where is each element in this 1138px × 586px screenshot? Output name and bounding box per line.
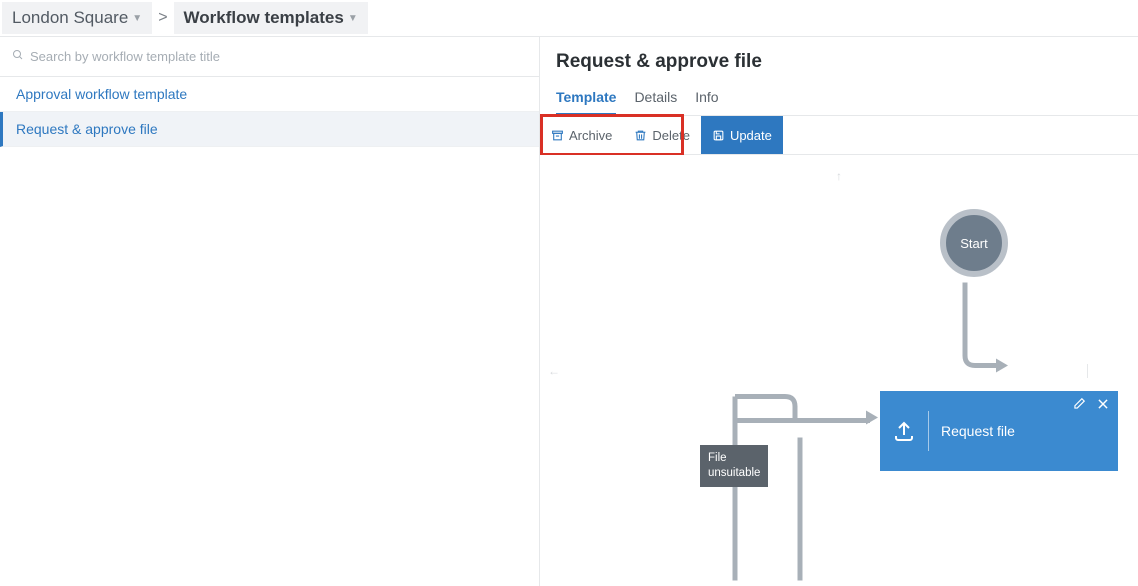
detail-title: Request & approve file — [556, 51, 1122, 73]
upload-icon — [892, 419, 916, 443]
search-icon — [12, 49, 24, 64]
template-detail-panel: Request & approve file Template Details … — [540, 37, 1138, 586]
divider — [928, 411, 929, 451]
update-button[interactable]: Update — [701, 116, 783, 154]
breadcrumb-org-label: London Square — [12, 8, 128, 28]
close-icon[interactable] — [1096, 397, 1110, 414]
flow-unsuitable-label: File unsuitable — [708, 452, 760, 479]
workflow-canvas[interactable]: ↑ ← Start Re — [540, 155, 1138, 586]
template-list-item-selected[interactable]: Request & approve file — [0, 112, 539, 147]
pan-left-icon[interactable]: ← — [548, 364, 1088, 378]
breadcrumb-separator: > — [156, 9, 169, 27]
search-row — [0, 37, 539, 77]
flow-unsuitable-node[interactable]: File unsuitable — [700, 445, 768, 487]
tab-details[interactable]: Details — [634, 83, 677, 115]
archive-label: Archive — [569, 128, 612, 143]
tab-template[interactable]: Template — [556, 83, 616, 115]
detail-header: Request & approve file — [540, 37, 1138, 79]
chevron-down-icon: ▼ — [348, 13, 358, 24]
flow-start-node[interactable]: Start — [940, 209, 1008, 277]
chevron-down-icon: ▼ — [132, 13, 142, 24]
template-name: Request & approve file — [16, 121, 158, 137]
edit-icon[interactable] — [1072, 397, 1086, 414]
detail-tabs: Template Details Info — [540, 79, 1138, 115]
template-list-item[interactable]: Approval workflow template — [0, 77, 539, 112]
breadcrumb-page[interactable]: Workflow templates ▼ — [174, 2, 368, 34]
delete-label: Delete — [652, 128, 690, 143]
action-bar: Archive Delete Update — [540, 115, 1138, 155]
main-panel: Approval workflow template Request & app… — [0, 36, 1138, 586]
template-name: Approval workflow template — [16, 86, 187, 102]
breadcrumb-org[interactable]: London Square ▼ — [2, 2, 152, 34]
node-actions — [1072, 397, 1110, 414]
search-input[interactable] — [30, 49, 527, 64]
pan-up-icon[interactable]: ↑ — [836, 169, 842, 183]
update-label: Update — [730, 128, 772, 143]
save-icon — [712, 129, 725, 142]
archive-button[interactable]: Archive — [540, 116, 623, 154]
template-list-panel: Approval workflow template Request & app… — [0, 37, 540, 586]
tab-info[interactable]: Info — [695, 83, 718, 115]
flow-start-label: Start — [960, 236, 987, 251]
flow-request-file-label: Request file — [941, 423, 1015, 439]
delete-button[interactable]: Delete — [623, 116, 701, 154]
breadcrumb-page-label: Workflow templates — [184, 8, 344, 28]
archive-icon — [551, 129, 564, 142]
breadcrumb: London Square ▼ > Workflow templates ▼ — [0, 0, 1138, 36]
flow-request-file-node[interactable]: Request file — [880, 391, 1118, 471]
trash-icon — [634, 129, 647, 142]
